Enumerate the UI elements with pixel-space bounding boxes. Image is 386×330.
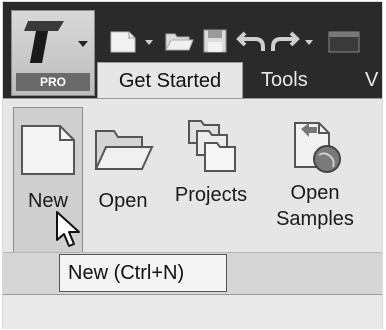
dropdown-arrow-icon[interactable] — [303, 24, 315, 56]
new-document-icon — [21, 125, 75, 175]
redo-icon[interactable] — [269, 24, 301, 56]
tab-view[interactable]: V — [365, 62, 378, 98]
projects-icon — [188, 120, 236, 172]
undo-icon[interactable] — [235, 24, 267, 56]
open-samples-button[interactable]: Open Samples — [265, 107, 365, 232]
workspace-area — [3, 294, 382, 329]
app-window: PRO Get Started Tools V New Open Project… — [3, 2, 382, 329]
window-menu-icon[interactable] — [325, 24, 365, 56]
app-edition-badge: PRO — [16, 73, 90, 91]
tab-get-started[interactable]: Get Started — [97, 62, 243, 98]
new-file-icon[interactable] — [107, 24, 139, 56]
mouse-pointer-icon — [56, 211, 80, 247]
save-icon[interactable] — [199, 24, 231, 56]
new-tooltip: New (Ctrl+N) — [59, 254, 227, 292]
projects-button-label: Projects — [174, 184, 248, 206]
application-menu-button[interactable]: PRO — [11, 10, 95, 96]
open-folder-icon[interactable] — [163, 24, 195, 56]
chevron-down-icon — [78, 41, 88, 47]
open-folder-icon — [94, 130, 154, 170]
open-samples-icon — [294, 122, 341, 173]
title-toolbar: PRO Get Started Tools V — [3, 2, 382, 98]
tab-tools[interactable]: Tools — [261, 62, 308, 98]
dropdown-arrow-icon[interactable] — [143, 24, 155, 56]
projects-button[interactable]: Projects — [163, 107, 259, 208]
open-samples-label-line2: Samples — [276, 208, 354, 230]
open-samples-label-line1: Open — [290, 182, 340, 204]
open-button[interactable]: Open — [87, 107, 159, 214]
open-button-label: Open — [98, 190, 148, 212]
inventor-logo-icon — [24, 21, 64, 63]
